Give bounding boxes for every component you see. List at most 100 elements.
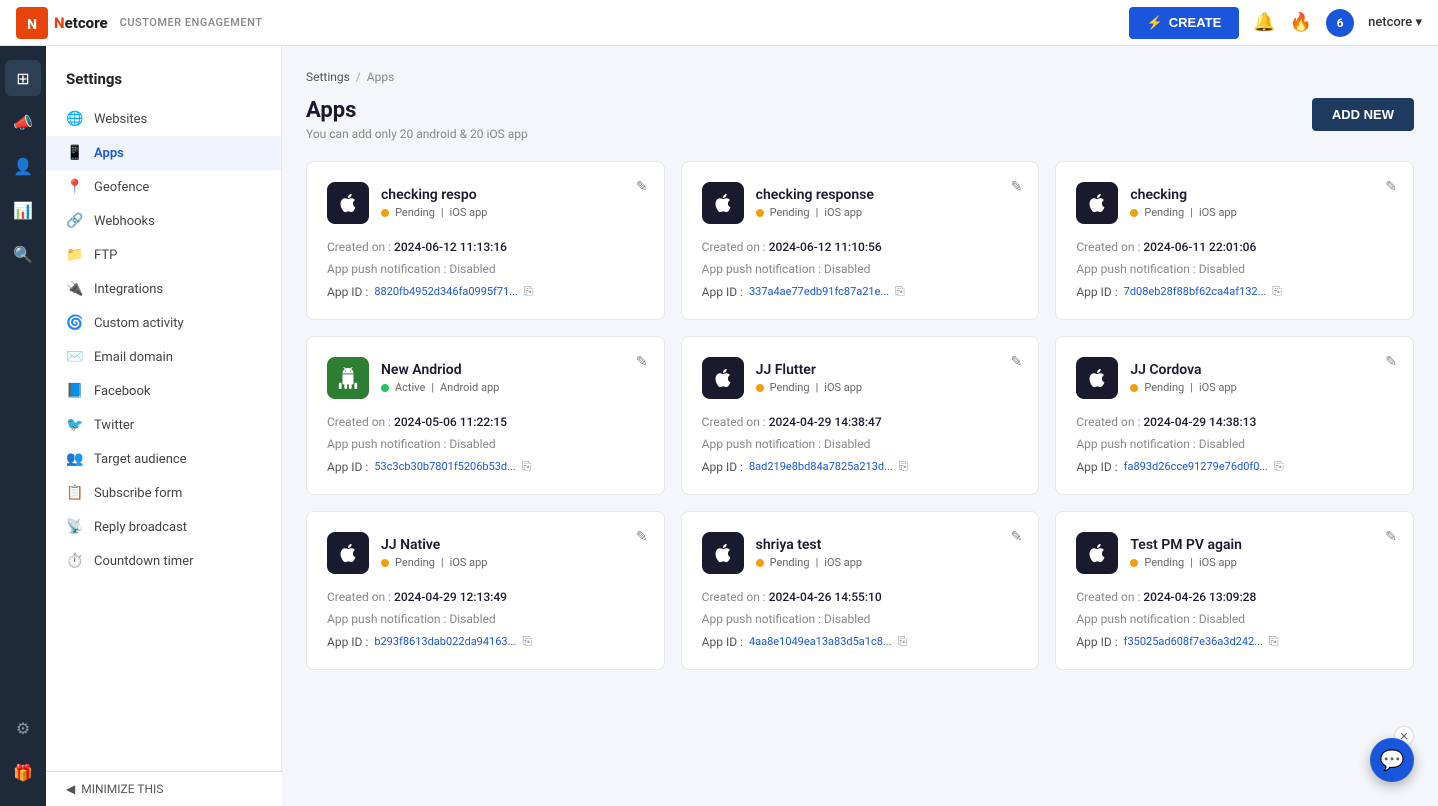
app-card: checking respo Pending | iOS app ✎ Creat…	[306, 161, 665, 320]
sidebar-icon-5: 🔌	[66, 281, 84, 297]
breadcrumb-apps: Apps	[367, 70, 395, 84]
sidebar-item-facebook[interactable]: 📘 Facebook	[46, 374, 281, 408]
card-app-name: JJ Cordova	[1130, 362, 1393, 378]
status-dot	[756, 209, 764, 217]
edit-button[interactable]: ✎	[1011, 178, 1023, 195]
push-notif-row: App push notification : Disabled	[1076, 612, 1393, 626]
copy-icon[interactable]: ⎘	[1274, 459, 1284, 474]
rail-people-icon[interactable]: 👤	[5, 148, 41, 184]
card-header: New Andriod Active | Android app ✎	[327, 357, 644, 399]
created-on-row: Created on : 2024-06-11 22:01:06	[1076, 240, 1393, 254]
rail-megaphone-icon[interactable]: 📣	[5, 104, 41, 140]
app-id-row: App ID : f35025ad608f7e36a3d242... ⎘	[1076, 634, 1393, 649]
sidebar-item-custom-activity[interactable]: 🌀 Custom activity	[46, 306, 281, 340]
copy-icon[interactable]: ⎘	[899, 459, 909, 474]
sidebar-item-websites[interactable]: 🌐 Websites	[46, 102, 281, 136]
notification-button[interactable]: 🔔	[1253, 12, 1275, 33]
breadcrumb-settings[interactable]: Settings	[306, 70, 350, 84]
edit-button[interactable]: ✎	[636, 353, 648, 370]
app-card: Test PM PV again Pending | iOS app ✎ Cre…	[1055, 511, 1414, 670]
sidebar-item-geofence[interactable]: 📍 Geofence	[46, 170, 281, 204]
rail-chart-icon[interactable]: 📊	[5, 192, 41, 228]
sidebar-item-subscribe-form[interactable]: 📋 Subscribe form	[46, 476, 281, 510]
copy-icon[interactable]: ⎘	[524, 284, 534, 299]
fire-button[interactable]: 🔥	[1290, 12, 1312, 33]
edit-button[interactable]: ✎	[1011, 528, 1023, 545]
sidebar-item-label: Subscribe form	[94, 486, 182, 501]
created-on-value: 2024-04-29 14:38:13	[1143, 415, 1256, 429]
chat-icon: 💬	[1380, 748, 1405, 772]
app-card: checking Pending | iOS app ✎ Created on …	[1055, 161, 1414, 320]
edit-button[interactable]: ✎	[636, 528, 648, 545]
push-notif-value: Disabled	[1199, 262, 1245, 276]
sidebar-item-label: Facebook	[94, 384, 150, 399]
rail-dashboard-icon[interactable]: ⊞	[5, 60, 41, 96]
platform-label: Android app	[440, 381, 499, 394]
topnav-left: N Netcore CUSTOMER ENGAGEMENT	[16, 7, 262, 39]
app-card: JJ Cordova Pending | iOS app ✎ Created o…	[1055, 336, 1414, 495]
copy-icon[interactable]: ⎘	[1272, 284, 1282, 299]
push-notif-value: Disabled	[1199, 612, 1245, 626]
created-on-label: Created on :	[702, 590, 769, 604]
card-header: JJ Native Pending | iOS app ✎	[327, 532, 644, 574]
app-id-label: App ID :	[1076, 285, 1117, 299]
app-id-row: App ID : 4aa8e1049ea13a83d5a1c8... ⎘	[702, 634, 1019, 649]
sidebar-item-reply-broadcast[interactable]: 📡 Reply broadcast	[46, 510, 281, 544]
card-app-name: checking respo	[381, 187, 644, 203]
edit-button[interactable]: ✎	[1385, 528, 1397, 545]
copy-icon[interactable]: ⎘	[522, 459, 532, 474]
card-title-block: JJ Flutter Pending | iOS app	[756, 362, 1019, 394]
created-on-value: 2024-04-29 14:38:47	[769, 415, 882, 429]
app-id-label: App ID :	[1076, 460, 1117, 474]
chat-widget-button[interactable]: 💬	[1370, 738, 1414, 782]
push-notif-label: App push notification :	[702, 612, 824, 626]
sidebar-item-ftp[interactable]: 📁 FTP	[46, 238, 281, 272]
sidebar-item-twitter[interactable]: 🐦 Twitter	[46, 408, 281, 442]
edit-button[interactable]: ✎	[1385, 178, 1397, 195]
card-title-block: checking respo Pending | iOS app	[381, 187, 644, 219]
sidebar-icon-13: ⏱️	[66, 553, 84, 569]
svg-text:N: N	[27, 17, 37, 33]
create-button[interactable]: ⚡ CREATE	[1129, 7, 1240, 39]
sidebar-item-label: Webhooks	[94, 214, 155, 229]
status-dot	[1130, 559, 1138, 567]
platform-label: iOS app	[1199, 381, 1237, 394]
copy-icon[interactable]: ⎘	[898, 634, 908, 649]
edit-button[interactable]: ✎	[636, 178, 648, 195]
copy-icon[interactable]: ⎘	[1269, 634, 1279, 649]
rail-help-icon[interactable]: 🎁	[5, 754, 41, 790]
app-id-value: 53c3cb30b7801f5206b53d...	[374, 460, 516, 473]
created-on-label: Created on :	[1076, 240, 1143, 254]
copy-icon[interactable]: ⎘	[522, 634, 532, 649]
app-platform-icon	[1076, 357, 1118, 399]
edit-button[interactable]: ✎	[1011, 353, 1023, 370]
top-navigation: N Netcore CUSTOMER ENGAGEMENT ⚡ CREATE 🔔…	[0, 0, 1438, 46]
edit-button[interactable]: ✎	[1385, 353, 1397, 370]
push-notif-row: App push notification : Disabled	[327, 437, 644, 451]
app-platform-icon	[327, 357, 369, 399]
meta-sep: |	[816, 206, 819, 219]
add-new-button[interactable]: ADD NEW	[1312, 98, 1414, 131]
created-on-label: Created on :	[702, 240, 769, 254]
meta-sep: |	[816, 556, 819, 569]
sidebar-item-integrations[interactable]: 🔌 Integrations	[46, 272, 281, 306]
sidebar-item-apps[interactable]: 📱 Apps	[46, 136, 281, 170]
created-on-value: 2024-04-26 14:55:10	[769, 590, 882, 604]
card-app-name: checking response	[756, 187, 1019, 203]
copy-icon[interactable]: ⎘	[895, 284, 905, 299]
app-id-value: 7d08eb28f88bf62ca4af132...	[1124, 285, 1267, 298]
user-menu[interactable]: netcore ▾	[1368, 15, 1422, 30]
sidebar-item-webhooks[interactable]: 🔗 Webhooks	[46, 204, 281, 238]
push-notif-label: App push notification :	[1076, 437, 1198, 451]
status-label: Pending	[1144, 381, 1184, 394]
sidebar-icon-10: 👥	[66, 451, 84, 467]
minimize-bar[interactable]: ◀ MINIMIZE THIS	[46, 771, 282, 806]
rail-search-icon[interactable]: 🔍	[5, 236, 41, 272]
app-id-value: 8820fb4952d346fa0995f71...	[374, 285, 518, 298]
sidebar-item-target-audience[interactable]: 👥 Target audience	[46, 442, 281, 476]
rail-settings-icon[interactable]: ⚙	[5, 710, 41, 746]
created-on-label: Created on :	[327, 590, 394, 604]
sidebar-item-countdown-timer[interactable]: ⏱️ Countdown timer	[46, 544, 281, 578]
sidebar-item-email-domain[interactable]: ✉️ Email domain	[46, 340, 281, 374]
meta-sep: |	[816, 381, 819, 394]
